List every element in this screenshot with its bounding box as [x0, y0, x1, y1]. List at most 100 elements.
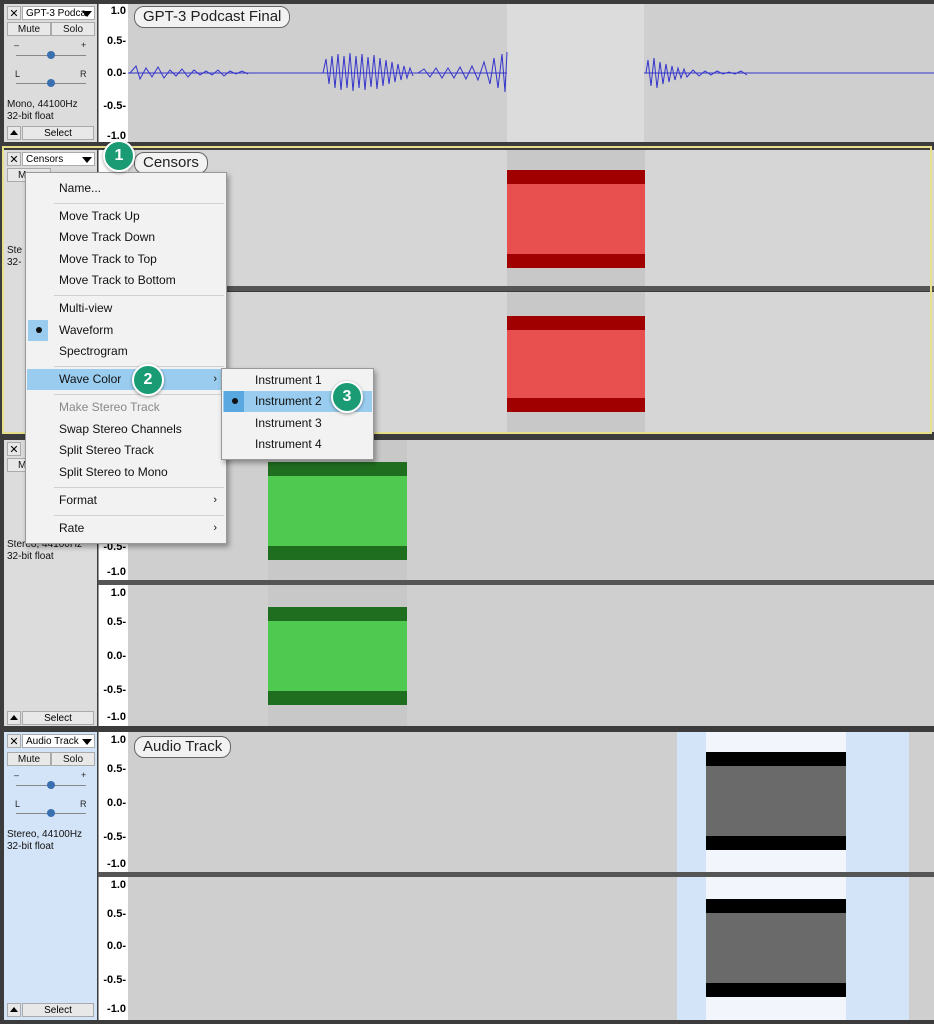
menu-item-swap-channels[interactable]: Swap Stereo Channels	[27, 419, 225, 440]
collapse-track-button[interactable]	[7, 711, 21, 725]
track-menu-label: GPT-3 Podca	[26, 8, 87, 19]
green-right-channel[interactable]	[128, 585, 934, 726]
clip-edge-top	[507, 170, 645, 184]
menu-item-label: Instrument 1	[255, 373, 322, 387]
track-name-label: GPT-3 Podcast Final	[134, 6, 291, 28]
ruler-tick: 0.0-	[107, 797, 126, 809]
ruler-tick: 0.5-	[107, 908, 126, 920]
chevron-down-icon	[82, 739, 92, 745]
track-control-panel: ✕ Audio Track Mute Solo – + L R Stereo, …	[4, 732, 97, 1020]
wave-color-instrument-3[interactable]: Instrument 3	[223, 413, 372, 434]
ruler-tick: 1.0	[110, 587, 126, 599]
close-track-button[interactable]: ✕	[7, 734, 21, 748]
close-track-button[interactable]: ✕	[7, 442, 21, 456]
menu-item-split-mono[interactable]: Split Stereo to Mono	[27, 462, 225, 483]
clip-body	[706, 766, 846, 836]
track-format-bits: 32-bit float	[7, 841, 54, 852]
select-track-button[interactable]: Select	[22, 1003, 94, 1017]
menu-separator	[54, 295, 224, 296]
green-clip[interactable]	[268, 440, 407, 580]
amplitude-ruler: 1.0 0.5- 0.0- -0.5- -1.0	[98, 4, 129, 142]
solo-button[interactable]: Solo	[51, 752, 95, 766]
menu-item-move-top[interactable]: Move Track to Top	[27, 249, 225, 270]
audio-right-channel[interactable]	[128, 877, 934, 1020]
ruler-tick: -0.5-	[103, 684, 126, 696]
menu-item-rate[interactable]: Rate ›	[27, 518, 225, 539]
ruler-tick: 1.0	[110, 879, 126, 891]
track-name-label: Censors	[134, 152, 208, 174]
gain-slider-knob[interactable]	[47, 51, 55, 59]
step-badge-3: 3	[331, 381, 363, 413]
gain-minus-label: –	[14, 770, 20, 780]
ruler-tick: 1.0	[110, 734, 126, 746]
menu-item-wave-color[interactable]: Wave Color ›	[27, 369, 225, 390]
podcast-waveform-area[interactable]: GPT-3 Podcast Final	[128, 4, 934, 142]
close-track-button[interactable]: ✕	[7, 6, 21, 20]
pan-left-label: L	[15, 799, 21, 809]
amplitude-ruler: 1.0 0.5- 0.0- -0.5- -1.0	[98, 585, 129, 726]
censor-clip[interactable]	[507, 292, 645, 432]
gain-slider-knob[interactable]	[47, 781, 55, 789]
track-control-panel: ✕ GPT-3 Podca Mute Solo – + L R Mono, 44…	[4, 4, 97, 142]
menu-item-label: Name...	[59, 181, 102, 195]
clip-body	[706, 913, 846, 983]
clip-edge-top	[268, 462, 407, 476]
track-format-rate: Ste	[7, 245, 23, 256]
menu-separator	[54, 487, 224, 488]
pan-slider-knob[interactable]	[47, 809, 55, 817]
menu-item-move-bottom[interactable]: Move Track to Bottom	[27, 270, 225, 291]
menu-item-move-up[interactable]: Move Track Up	[27, 206, 225, 227]
collapse-track-button[interactable]	[7, 1003, 21, 1017]
mute-button[interactable]: Mute	[7, 22, 51, 36]
green-clip[interactable]	[268, 585, 407, 726]
clip-body	[268, 621, 407, 691]
pan-right-label: R	[80, 799, 87, 809]
mute-button[interactable]: Mute	[7, 752, 51, 766]
menu-item-spectrogram[interactable]: Spectrogram	[27, 341, 225, 362]
step-badge-2: 2	[132, 364, 164, 396]
censors-left-channel[interactable]: Censors	[128, 150, 934, 286]
audio-clip[interactable]	[706, 877, 846, 1020]
menu-item-format[interactable]: Format ›	[27, 490, 225, 511]
menu-item-multi-view[interactable]: Multi-view	[27, 298, 225, 319]
menu-item-label: Swap Stereo Channels	[59, 422, 182, 436]
gain-plus-label: +	[81, 770, 87, 780]
track-format-rate: Stereo, 44100Hz	[7, 829, 83, 840]
clip-edge-bottom	[706, 836, 846, 850]
submenu-arrow-icon: ›	[213, 494, 217, 506]
track-menu-button[interactable]: GPT-3 Podca	[22, 6, 95, 20]
step-badge-1: 1	[103, 140, 135, 172]
menu-item-label: Instrument 3	[255, 416, 322, 430]
close-track-button[interactable]: ✕	[7, 152, 21, 166]
clip-body	[268, 476, 407, 546]
track-menu-button[interactable]: Censors	[22, 152, 95, 166]
track-format-bits: 32-bit float	[7, 111, 54, 122]
select-track-button[interactable]: Select	[22, 711, 94, 725]
track-menu-label: Audio Track	[26, 736, 79, 747]
collapse-track-button[interactable]	[7, 126, 21, 140]
select-track-button[interactable]: Select	[22, 126, 94, 140]
clip-body	[507, 330, 645, 398]
track-name-label: Audio Track	[134, 736, 232, 758]
wave-color-instrument-4[interactable]: Instrument 4	[223, 434, 372, 455]
censor-clip[interactable]	[507, 150, 645, 286]
menu-item-waveform[interactable]: Waveform	[27, 320, 225, 341]
audio-clip[interactable]	[706, 732, 846, 872]
pan-slider-knob[interactable]	[47, 79, 55, 87]
solo-button[interactable]: Solo	[51, 22, 95, 36]
clip-edge-top	[507, 316, 645, 330]
clip-edge-top	[706, 752, 846, 766]
clip-edge-bottom	[268, 691, 407, 705]
chevron-down-icon	[82, 157, 92, 163]
audio-left-channel[interactable]: Audio Track	[128, 732, 934, 872]
clip-edge-bottom	[507, 254, 645, 268]
menu-item-split-stereo[interactable]: Split Stereo Track	[27, 440, 225, 461]
green-left-channel[interactable]	[128, 440, 934, 580]
menu-item-name[interactable]: Name...	[27, 178, 225, 199]
menu-item-move-down[interactable]: Move Track Down	[27, 227, 225, 248]
chevron-down-icon	[82, 11, 92, 17]
track-menu-button[interactable]: Audio Track	[22, 734, 95, 748]
menu-separator	[54, 203, 224, 204]
menu-item-label: Wave Color	[59, 372, 122, 386]
track-menu-label: Censors	[26, 154, 64, 165]
